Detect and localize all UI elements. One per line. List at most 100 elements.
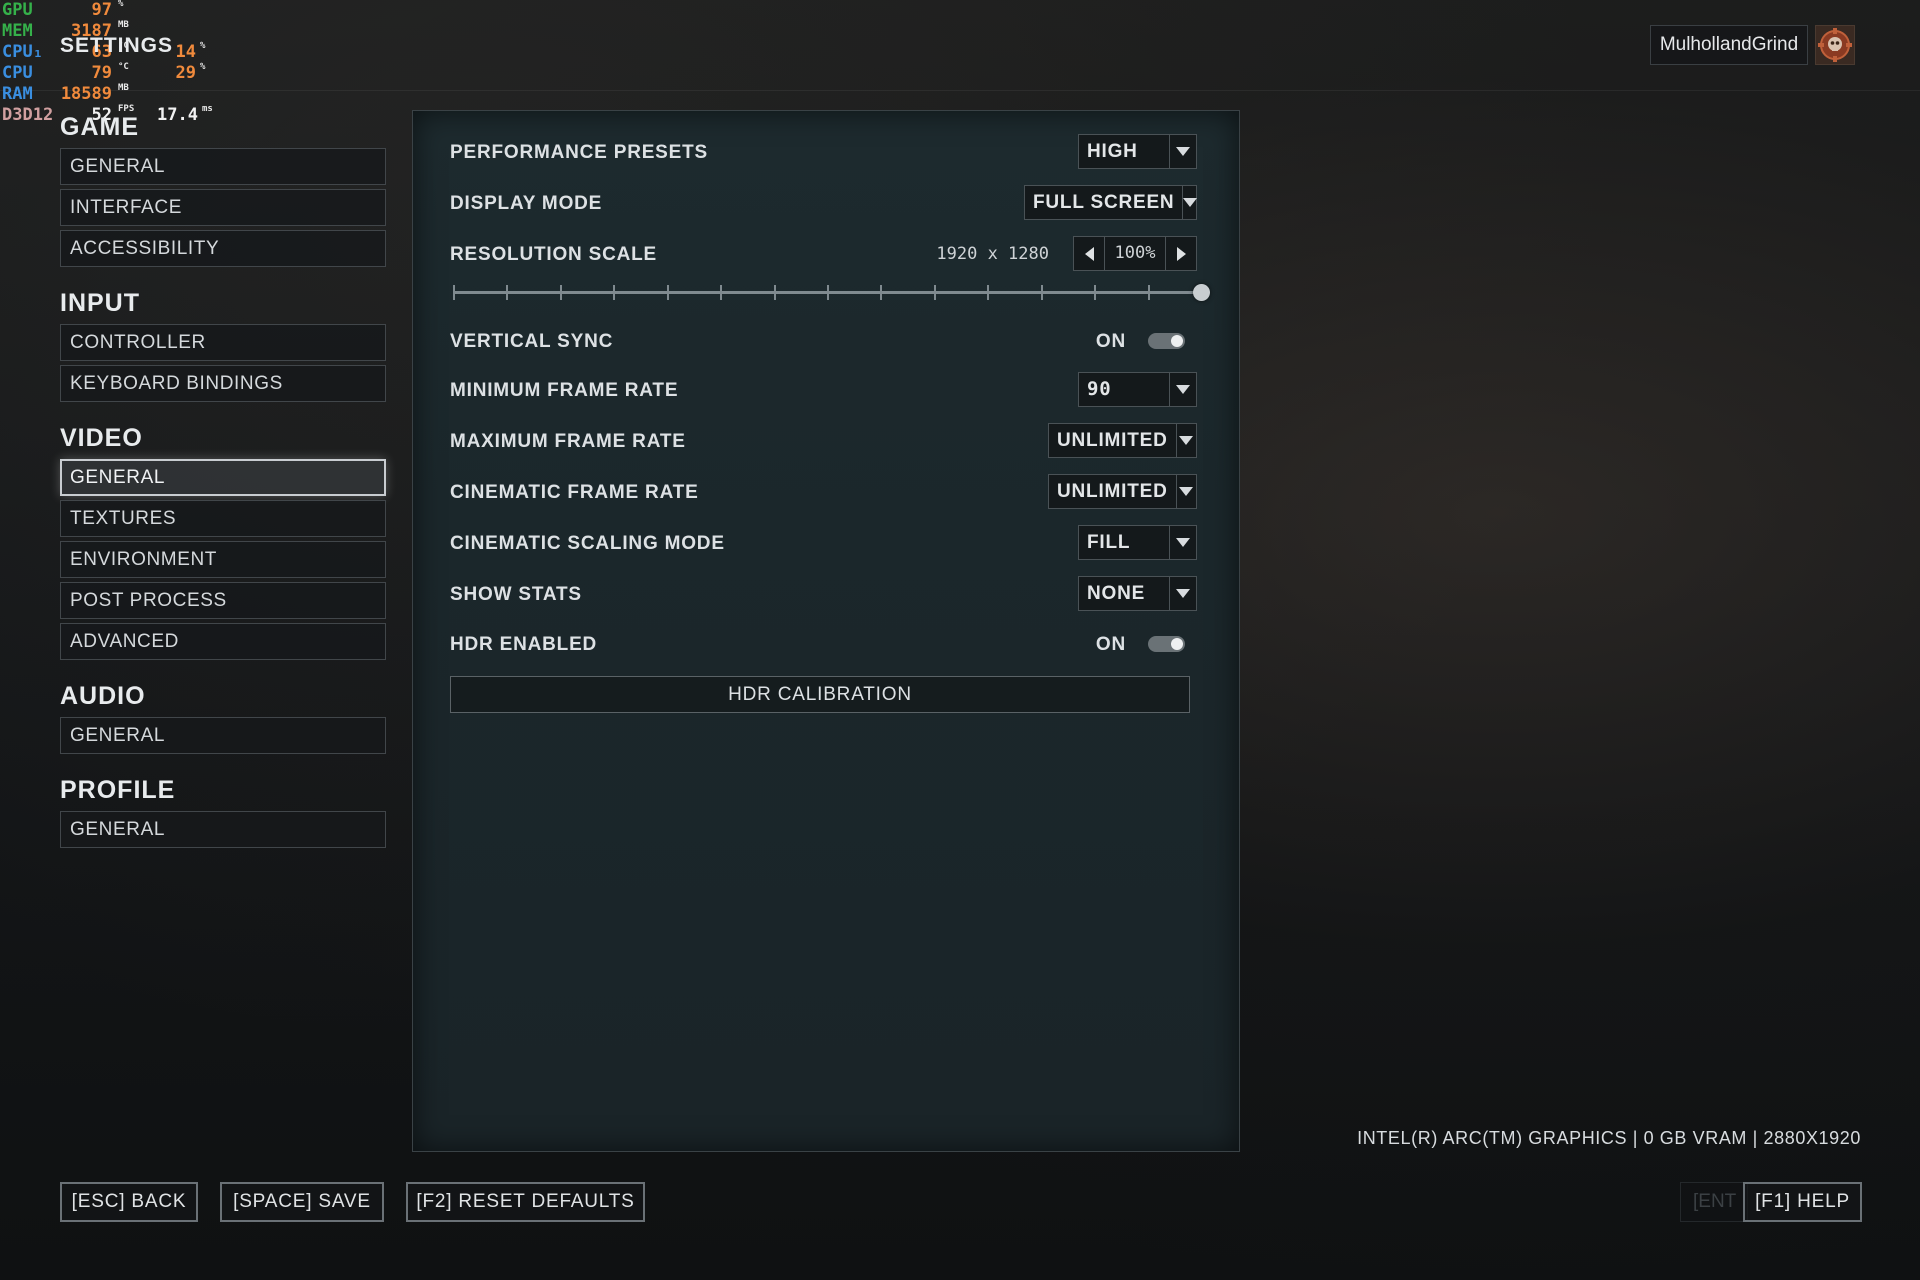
chevron-down-icon[interactable] xyxy=(1175,424,1196,457)
perf-unit: % xyxy=(118,0,124,9)
nav-heading-game: GAME xyxy=(60,113,139,141)
username-badge[interactable]: MulhollandGrind xyxy=(1650,25,1808,65)
show-stats-label: SHOW STATS xyxy=(450,584,582,605)
nav-item-interface[interactable]: INTERFACE xyxy=(60,189,386,226)
vertical-sync-state: ON xyxy=(1095,331,1126,352)
display-mode-dropdown[interactable]: FULL SCREEN xyxy=(1024,185,1198,220)
nav-item-keyboard-bindings[interactable]: KEYBOARD BINDINGS xyxy=(60,365,386,402)
chevron-down-icon[interactable] xyxy=(1169,526,1196,559)
perf-label: CPU₁ xyxy=(2,42,43,62)
nav-item-post-process[interactable]: POST PROCESS xyxy=(60,582,386,619)
slider-thumb[interactable] xyxy=(1193,284,1210,301)
reset-defaults-button[interactable]: [F2] RESET DEFAULTS xyxy=(406,1182,645,1222)
perf-unit: °C xyxy=(118,62,129,72)
show-stats-dropdown[interactable]: NONE xyxy=(1078,576,1197,611)
slider-tick xyxy=(1094,285,1096,300)
perf-unit-2: % xyxy=(200,62,206,72)
perf-value-2: 17.4 xyxy=(157,105,198,125)
page-title: SETTINGS xyxy=(60,34,174,57)
slider-tick xyxy=(1041,285,1043,300)
perf-label: MEM xyxy=(2,21,33,41)
nav-item-audio-general[interactable]: GENERAL xyxy=(60,717,386,754)
cinematic-frame-rate-label: CINEMATIC FRAME RATE xyxy=(450,482,699,503)
nav-item-controller[interactable]: CONTROLLER xyxy=(60,324,386,361)
display-mode-label: DISPLAY MODE xyxy=(450,193,603,214)
nav-item-accessibility[interactable]: ACCESSIBILITY xyxy=(60,230,386,267)
toggle-knob xyxy=(1171,638,1183,650)
nav-item-textures[interactable]: TEXTURES xyxy=(60,500,386,537)
resolution-scale-label: RESOLUTION SCALE xyxy=(450,244,658,265)
decrease-arrow-icon[interactable] xyxy=(1074,237,1105,270)
resolution-scale-stepper[interactable]: 100% xyxy=(1073,236,1197,271)
hdr-calibration-button[interactable]: HDR CALIBRATION xyxy=(450,676,1190,713)
header-divider xyxy=(0,90,1920,91)
perf-label: CPU xyxy=(2,63,33,83)
faded-enter-button: [ENT xyxy=(1680,1182,1748,1222)
perf-label: GPU xyxy=(2,0,33,20)
slider-tick xyxy=(827,285,829,300)
perf-value: 79 xyxy=(91,63,112,83)
slider-tick xyxy=(667,285,669,300)
dropdown-value: 90 xyxy=(1087,378,1112,400)
perf-value: 18589 xyxy=(60,84,112,104)
slider-tick xyxy=(720,285,722,300)
resolution-scale-slider[interactable] xyxy=(453,281,1210,305)
dropdown-value: FULL SCREEN xyxy=(1033,192,1175,213)
hdr-enabled-toggle[interactable] xyxy=(1148,636,1185,652)
perf-unit-2: % xyxy=(200,41,206,51)
minimum-frame-rate-label: MINIMUM FRAME RATE xyxy=(450,380,679,401)
back-button[interactable]: [ESC] BACK xyxy=(60,1182,198,1222)
slider-tick xyxy=(613,285,615,300)
video-settings-panel: PERFORMANCE PRESETS HIGH DISPLAY MODE FU… xyxy=(412,110,1240,1152)
toggle-knob xyxy=(1171,335,1183,347)
perf-unit-2: ms xyxy=(202,104,213,114)
nav-heading-audio: AUDIO xyxy=(60,682,146,710)
hdr-enabled-state: ON xyxy=(1095,634,1126,655)
hdr-enabled-label: HDR ENABLED xyxy=(450,634,598,655)
chevron-down-icon[interactable] xyxy=(1169,577,1196,610)
perf-value-2: 29 xyxy=(175,63,196,83)
nav-item-game-general[interactable]: GENERAL xyxy=(60,148,386,185)
increase-arrow-icon[interactable] xyxy=(1165,237,1196,270)
cinematic-scaling-mode-dropdown[interactable]: FILL xyxy=(1078,525,1197,560)
resolution-scale-percent: 100% xyxy=(1114,243,1156,263)
nav-heading-profile: PROFILE xyxy=(60,776,176,804)
nav-heading-video: VIDEO xyxy=(60,424,143,452)
chevron-down-icon[interactable] xyxy=(1169,373,1196,406)
slider-tick xyxy=(1148,285,1150,300)
save-button[interactable]: [SPACE] SAVE xyxy=(220,1182,384,1222)
slider-tick xyxy=(560,285,562,300)
dropdown-value: UNLIMITED xyxy=(1057,481,1168,502)
nav-item-advanced[interactable]: ADVANCED xyxy=(60,623,386,660)
slider-tick xyxy=(987,285,989,300)
nav-item-video-general[interactable]: GENERAL xyxy=(60,459,386,496)
avatar[interactable] xyxy=(1815,25,1855,65)
nav-item-profile-general[interactable]: GENERAL xyxy=(60,811,386,848)
performance-presets-label: PERFORMANCE PRESETS xyxy=(450,142,709,163)
slider-tick xyxy=(934,285,936,300)
resolution-readout: 1920 x 1280 xyxy=(936,244,1049,264)
performance-presets-dropdown[interactable]: HIGH xyxy=(1078,134,1197,169)
chevron-down-icon[interactable] xyxy=(1182,186,1198,219)
slider-tick xyxy=(774,285,776,300)
gpu-info-text: INTEL(R) ARC(TM) GRAPHICS | 0 GB VRAM | … xyxy=(1357,1128,1861,1148)
chevron-down-icon[interactable] xyxy=(1175,475,1196,508)
dropdown-value: UNLIMITED xyxy=(1057,430,1168,451)
cinematic-scaling-mode-label: CINEMATIC SCALING MODE xyxy=(450,533,725,554)
slider-tick xyxy=(506,285,508,300)
help-button[interactable]: [F1] HELP xyxy=(1743,1182,1862,1222)
minimum-frame-rate-dropdown[interactable]: 90 xyxy=(1078,372,1197,407)
gear-skull-emblem-icon xyxy=(1818,28,1852,62)
perf-value: 97 xyxy=(91,0,112,20)
vertical-sync-label: VERTICAL SYNC xyxy=(450,331,614,352)
perf-unit: MB xyxy=(118,20,129,30)
nav-item-environment[interactable]: ENVIRONMENT xyxy=(60,541,386,578)
cinematic-frame-rate-dropdown[interactable]: UNLIMITED xyxy=(1048,474,1197,509)
settings-screen: GPU 97 % MEM 3187 MB CPU₁ 63 °C 14 % CPU… xyxy=(0,0,1920,1280)
slider-tick xyxy=(453,285,455,300)
vertical-sync-toggle[interactable] xyxy=(1148,333,1185,349)
chevron-down-icon[interactable] xyxy=(1169,135,1196,168)
perf-label: D3D12 xyxy=(2,105,54,125)
maximum-frame-rate-dropdown[interactable]: UNLIMITED xyxy=(1048,423,1197,458)
perf-label: RAM xyxy=(2,84,33,104)
